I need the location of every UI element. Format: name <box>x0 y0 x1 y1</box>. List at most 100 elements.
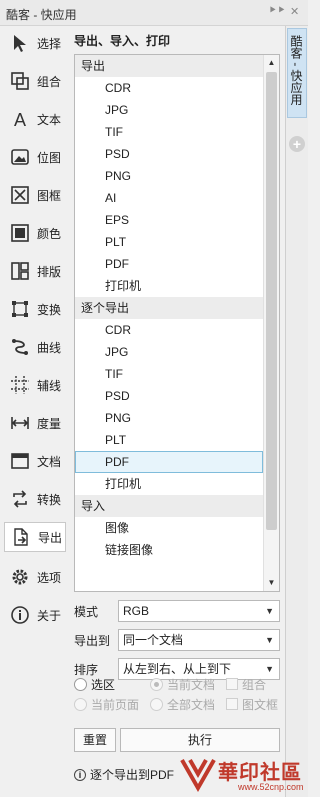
export-list: 导出 CDR JPG TIF PSD PNG AI EPS PLT PDF 打印机 逐个导出 CDR JP… <box>74 54 280 592</box>
tab-label: 酷客 - 快应用 <box>289 35 303 106</box>
tool-label: 位图 <box>37 150 62 165</box>
chevron-down-icon: ▼ <box>265 664 274 674</box>
tool-measure[interactable]: 度量 <box>4 408 66 438</box>
mode-select[interactable]: RGB ▼ <box>118 600 280 622</box>
tool-label: 选择 <box>37 36 62 51</box>
selection-label: 选区 <box>91 677 116 692</box>
selection-radio[interactable]: 选区 <box>74 676 115 692</box>
chevron-down-icon: ▼ <box>265 606 274 616</box>
section-heading: 导出、导入、打印 <box>74 34 171 48</box>
tool-options[interactable]: 选项 <box>4 562 66 592</box>
checkbox-control[interactable] <box>226 678 238 690</box>
list-item[interactable]: 打印机 <box>75 473 263 495</box>
tool-select[interactable]: 选择 <box>4 28 66 58</box>
mode-label: 模式 <box>74 604 99 619</box>
tool-label: 选项 <box>37 570 62 585</box>
combine-label: 组合 <box>242 677 267 692</box>
all-docs-radio[interactable]: 全部文档 <box>150 696 215 712</box>
close-button[interactable]: ✕ <box>290 5 299 18</box>
scrollbar-thumb[interactable] <box>266 72 277 530</box>
tool-curve[interactable]: 曲线 <box>4 332 66 362</box>
tool-label: 曲线 <box>37 340 62 355</box>
tool-document[interactable]: 文档 <box>4 446 66 476</box>
cursor-icon <box>8 31 32 55</box>
list-item[interactable]: CDR <box>75 77 263 99</box>
list-item[interactable]: PSD <box>75 385 263 407</box>
gear-icon <box>8 565 32 589</box>
list-item[interactable]: PNG <box>75 407 263 429</box>
list-item[interactable]: TIF <box>75 363 263 385</box>
export-content: 导出、导入、打印 导出 CDR JPG TIF PSD PNG AI EPS PLT PDF 打印机… <box>70 26 284 797</box>
list-item[interactable]: EPS <box>75 209 263 231</box>
list-item[interactable]: PDF <box>75 451 263 473</box>
guideline-icon <box>8 373 32 397</box>
export-icon <box>9 525 33 549</box>
list-item[interactable]: PSD <box>75 143 263 165</box>
tab-quick-app[interactable]: 酷客 - 快应用 <box>287 28 307 118</box>
list-item[interactable]: PLT <box>75 429 263 451</box>
tool-label: 组合 <box>37 74 62 89</box>
list-item[interactable]: CDR <box>75 319 263 341</box>
scroll-down-arrow-icon[interactable]: ▼ <box>264 575 279 591</box>
tool-about[interactable]: 关于 <box>4 600 66 630</box>
quick-app-panel: 选择 组合 A 文本 位图 图框 颜色 排版 变换 曲线 辅线 度量 文档 转换… <box>0 26 286 797</box>
list-scrollbar[interactable]: ▲ ▼ <box>263 55 279 591</box>
watermark-text: 華印社區 <box>218 760 302 784</box>
tool-guideline[interactable]: 辅线 <box>4 370 66 400</box>
run-button[interactable]: 执行 <box>120 728 280 752</box>
tool-export[interactable]: 导出 <box>4 522 66 552</box>
list-item[interactable]: AI <box>75 187 263 209</box>
svg-text:A: A <box>14 110 26 129</box>
tool-bitmap[interactable]: 位图 <box>4 142 66 172</box>
tool-color[interactable]: 颜色 <box>4 218 66 248</box>
mode-value: RGB <box>123 604 150 618</box>
tool-label: 导出 <box>38 530 63 545</box>
pin-button[interactable]: ⯈⯈ <box>268 5 286 18</box>
tool-group[interactable]: 组合 <box>4 66 66 96</box>
scroll-up-arrow-icon[interactable]: ▲ <box>264 55 279 71</box>
list-item[interactable]: TIF <box>75 121 263 143</box>
checkbox-control[interactable] <box>226 698 238 710</box>
tool-text[interactable]: A 文本 <box>4 104 66 134</box>
group-icon <box>8 69 32 93</box>
info-icon <box>8 603 32 627</box>
current-page-radio[interactable]: 当前页面 <box>74 696 139 712</box>
layout-icon <box>8 259 32 283</box>
watermark: 華印社區 www.52cnp.com <box>178 752 306 796</box>
list-item[interactable]: JPG <box>75 341 263 363</box>
all-docs-label: 全部文档 <box>167 697 216 712</box>
list-group-header: 导入 <box>75 495 263 517</box>
export-to-value: 同一个文档 <box>123 633 184 647</box>
list-group-header: 逐个导出 <box>75 297 263 319</box>
list-item[interactable]: PNG <box>75 165 263 187</box>
radio-control[interactable] <box>150 697 163 711</box>
tool-label: 度量 <box>37 416 62 431</box>
list-item[interactable]: PLT <box>75 231 263 253</box>
tool-convert[interactable]: 转换 <box>4 484 66 514</box>
tool-layout[interactable]: 排版 <box>4 256 66 286</box>
reset-button[interactable]: 重置 <box>74 728 116 752</box>
add-tab-icon[interactable]: + <box>289 136 305 152</box>
list-item[interactable]: 图像 <box>75 517 263 539</box>
combine-checkbox[interactable]: 组合 <box>226 676 266 692</box>
export-to-select[interactable]: 同一个文档 ▼ <box>118 629 280 651</box>
frame-icon <box>8 183 32 207</box>
radio-control[interactable] <box>74 697 87 711</box>
list-item[interactable]: JPG <box>75 99 263 121</box>
list-item[interactable]: 打印机 <box>75 275 263 297</box>
watermark-url: www.52cnp.com <box>238 782 304 792</box>
list-group-header: 导出 <box>75 55 263 77</box>
frame-checkbox[interactable]: 图文框 <box>226 696 278 712</box>
info-text: 逐个导出到PDF <box>90 768 175 782</box>
list-item[interactable]: PDF <box>75 253 263 275</box>
bitmap-icon <box>8 145 32 169</box>
current-doc-radio[interactable]: 当前文档 <box>150 676 215 692</box>
text-icon: A <box>8 107 32 131</box>
list-item[interactable]: 链接图像 <box>75 539 263 561</box>
tool-label: 文档 <box>37 454 62 469</box>
tool-transform[interactable]: 变换 <box>4 294 66 324</box>
radio-control[interactable] <box>74 677 87 691</box>
radio-control[interactable] <box>150 677 163 691</box>
tool-frame[interactable]: 图框 <box>4 180 66 210</box>
tool-label: 关于 <box>37 608 62 623</box>
